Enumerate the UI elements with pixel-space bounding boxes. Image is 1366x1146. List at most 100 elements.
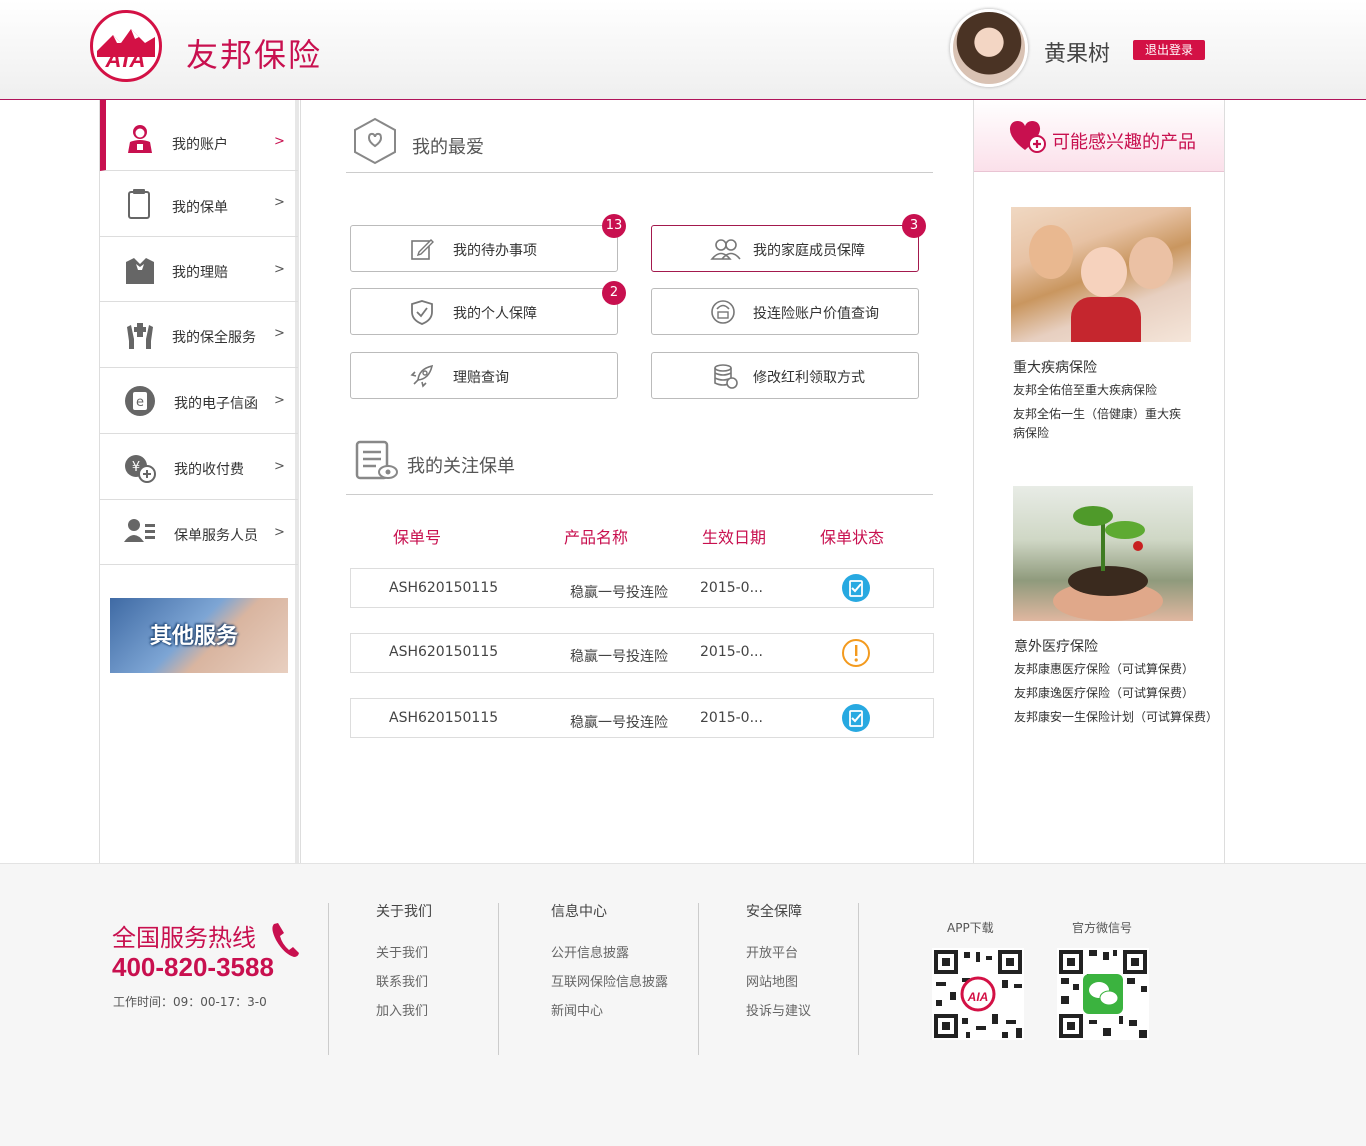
rocket-icon bbox=[410, 364, 434, 388]
sidebar-item-preservation[interactable]: 我的保全服务 > bbox=[100, 302, 298, 368]
family-count-badge: 3 bbox=[902, 214, 926, 238]
family-protection-label: 我的家庭成员保障 bbox=[753, 243, 865, 259]
logo-text: AIA bbox=[105, 47, 147, 72]
todo-button[interactable]: 我的待办事项 bbox=[350, 225, 618, 272]
footer-link[interactable]: 开放平台 bbox=[746, 942, 798, 961]
table-row[interactable]: ASH620150115 稳赢一号投连险 2015-0... bbox=[350, 698, 934, 738]
chevron-right-icon: > bbox=[274, 459, 285, 474]
chevron-right-icon: > bbox=[274, 262, 285, 277]
coin-stack-icon bbox=[714, 364, 738, 389]
plant-product-image[interactable] bbox=[1013, 486, 1193, 621]
footer-link[interactable]: 新闻中心 bbox=[551, 1000, 603, 1019]
service-hours: 工作时间：09：00-17：3-0 bbox=[113, 995, 267, 1009]
dividend-method-label: 修改红利领取方式 bbox=[753, 370, 865, 386]
sidebar-item-payment[interactable]: ¥ 我的收付费 > bbox=[100, 434, 298, 500]
divider bbox=[858, 903, 859, 1055]
recommend-title: 可能感兴趣的产品 bbox=[1052, 132, 1196, 153]
divider bbox=[698, 903, 699, 1055]
hotline-title: 全国服务热线 bbox=[112, 924, 256, 952]
app-download-qr-icon[interactable]: AIA bbox=[932, 948, 1024, 1040]
chevron-right-icon: > bbox=[274, 525, 285, 540]
table-row[interactable]: ASH620150115 稳赢一号投连险 2015-0... bbox=[350, 633, 934, 673]
footer-link[interactable]: 加入我们 bbox=[376, 1000, 428, 1019]
product-link[interactable]: 友邦康逸医疗保险（可试算保费） bbox=[1014, 684, 1194, 703]
wechat-label: 官方微信号 bbox=[1072, 921, 1133, 935]
family-protection-button[interactable]: 我的家庭成员保障 bbox=[651, 225, 919, 272]
chevron-right-icon: > bbox=[274, 195, 285, 210]
recommend-header: 可能感兴趣的产品 bbox=[974, 100, 1224, 172]
sidebar-item-label: 我的理赔 bbox=[172, 265, 228, 281]
watched-policy-icon bbox=[355, 440, 398, 480]
footer-column-title: 信息中心 bbox=[551, 904, 607, 920]
product-category: 意外医疗保险 bbox=[1014, 639, 1098, 655]
sidebar-item-e-letter[interactable]: e 我的电子信函 > bbox=[100, 368, 298, 434]
footer-link[interactable]: 关于我们 bbox=[376, 942, 428, 961]
chevron-right-icon: > bbox=[274, 326, 285, 341]
status-valid-icon[interactable] bbox=[841, 573, 871, 603]
hands-care-icon bbox=[127, 323, 153, 349]
sidebar-item-claims[interactable]: 我的理赔 > bbox=[100, 237, 298, 302]
wechat-qr-icon[interactable] bbox=[1057, 948, 1149, 1040]
payment-coin-icon: ¥ bbox=[125, 455, 156, 483]
footer-column-title: 安全保障 bbox=[746, 904, 802, 920]
divider bbox=[328, 903, 329, 1055]
family-product-image[interactable] bbox=[1011, 207, 1191, 342]
personal-protection-label: 我的个人保障 bbox=[453, 306, 537, 322]
sidebar-item-label: 我的收付费 bbox=[174, 462, 244, 478]
watched-policies-title: 我的关注保单 bbox=[407, 456, 515, 477]
investment-value-query-label: 投连险账户价值查询 bbox=[753, 306, 879, 322]
aia-logo[interactable]: AIA bbox=[90, 10, 162, 82]
chevron-right-icon: > bbox=[274, 393, 285, 408]
status-valid-icon[interactable] bbox=[841, 703, 871, 733]
logout-button[interactable]: 退出登录 bbox=[1133, 40, 1205, 60]
footer-link[interactable]: 投诉与建议 bbox=[746, 1000, 811, 1019]
user-account-icon bbox=[128, 125, 152, 153]
product-category: 重大疾病保险 bbox=[1013, 360, 1097, 376]
product-name: 稳赢一号投连险 bbox=[570, 649, 668, 665]
sidebar-item-service-staff[interactable]: 保单服务人员 > bbox=[100, 500, 298, 565]
product-link[interactable]: 友邦全佑一生（倍健康）重大疾 bbox=[1013, 405, 1181, 424]
family-members-icon bbox=[710, 239, 741, 260]
claim-query-button[interactable]: 理赔查询 bbox=[350, 352, 618, 399]
user-avatar[interactable] bbox=[950, 9, 1028, 87]
sidebar-item-account[interactable]: 我的账户 > bbox=[100, 100, 298, 171]
e-letter-icon: e bbox=[125, 386, 155, 416]
footer-link[interactable]: 联系我们 bbox=[376, 971, 428, 990]
column-header-policy-no[interactable]: 保单号 bbox=[393, 524, 441, 548]
dividend-method-button[interactable]: 修改红利领取方式 bbox=[651, 352, 919, 399]
product-link[interactable]: 病保险 bbox=[1013, 424, 1049, 443]
footer-link[interactable]: 公开信息披露 bbox=[551, 942, 629, 961]
product-link[interactable]: 友邦康惠医疗保险（可试算保费） bbox=[1014, 660, 1194, 679]
heart-plus-icon bbox=[1009, 121, 1046, 153]
column-header-product[interactable]: 产品名称 bbox=[564, 524, 628, 548]
service-staff-icon bbox=[124, 519, 155, 542]
other-service-label: 其他服务 bbox=[150, 624, 239, 649]
other-service-banner[interactable]: 其他服务 bbox=[110, 598, 288, 673]
sidebar-item-policy[interactable]: 我的保单 > bbox=[100, 171, 298, 237]
product-link[interactable]: 友邦康安一生保险计划（可试算保费） bbox=[1014, 708, 1218, 727]
effective-date: 2015-0... bbox=[700, 644, 763, 660]
edit-note-icon bbox=[411, 239, 434, 260]
column-header-status[interactable]: 保单状态 bbox=[820, 524, 884, 548]
todo-label: 我的待办事项 bbox=[453, 243, 537, 259]
policy-document-icon bbox=[128, 189, 150, 219]
divider bbox=[346, 172, 933, 173]
sidebar-item-label: 我的电子信函 bbox=[174, 396, 258, 412]
footer-column-title: 关于我们 bbox=[376, 904, 432, 920]
claims-suit-icon bbox=[126, 258, 154, 284]
table-row[interactable]: ASH620150115 稳赢一号投连险 2015-0... bbox=[350, 568, 934, 608]
investment-account-icon bbox=[711, 300, 735, 324]
sidebar-item-label: 我的保单 bbox=[172, 200, 228, 216]
investment-value-query-button[interactable]: 投连险账户价值查询 bbox=[651, 288, 919, 335]
product-link[interactable]: 友邦全佑倍至重大疾病保险 bbox=[1013, 381, 1157, 400]
footer-link[interactable]: 网站地图 bbox=[746, 971, 798, 990]
status-warning-icon[interactable] bbox=[841, 638, 871, 668]
chevron-right-icon: > bbox=[274, 134, 285, 149]
footer-link[interactable]: 互联网保险信息披露 bbox=[551, 971, 668, 990]
column-header-date[interactable]: 生效日期 bbox=[702, 524, 766, 548]
favorite-heart-hexagon-icon bbox=[354, 117, 396, 165]
user-name: 黄果树 bbox=[1044, 42, 1111, 67]
personal-protection-button[interactable]: 我的个人保障 bbox=[350, 288, 618, 335]
claim-query-label: 理赔查询 bbox=[453, 370, 509, 386]
hotline-number[interactable]: 400-820-3588 bbox=[112, 952, 274, 983]
